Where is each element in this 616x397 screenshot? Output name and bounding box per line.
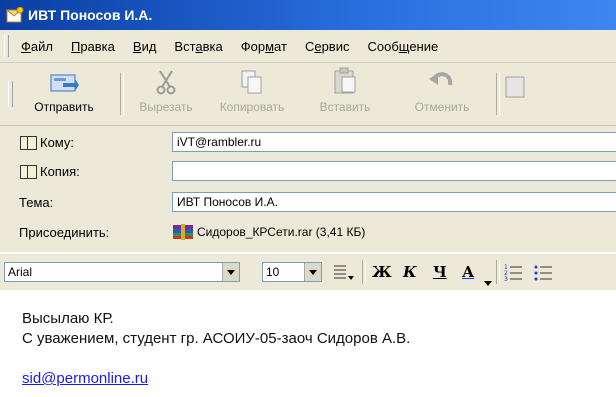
paragraph-style-icon[interactable] bbox=[332, 262, 356, 282]
body-line-2: С уважением, студент гр. АСОИУ-05-заоч С… bbox=[22, 330, 411, 347]
to-row: Кому: iVT@rambler.ru bbox=[0, 132, 616, 154]
toolbar-separator bbox=[120, 73, 124, 115]
attach-row: Присоединить: Сидоров_КРСети.rar (3,41 К… bbox=[0, 222, 616, 244]
bold-button[interactable]: Ж bbox=[372, 263, 392, 281]
menu-item-text: Вст bbox=[174, 38, 196, 54]
send-label: Отправить bbox=[34, 100, 94, 114]
message-body[interactable]: Высылаю КР. С уважением, студент гр. АСО… bbox=[0, 290, 616, 397]
cut-label: Вырезать bbox=[139, 100, 193, 114]
copy-icon bbox=[204, 67, 300, 95]
bullet-list-icon[interactable] bbox=[534, 263, 554, 284]
menu-item-text: рвис bbox=[321, 38, 350, 54]
menu-item-6[interactable]: Сообщение bbox=[361, 39, 444, 54]
menu-item-text: равка bbox=[80, 38, 115, 54]
menu-item-text: ид bbox=[141, 38, 157, 54]
formatting-bar: Arial 10 Ж К Ч А 1 2 3 bbox=[0, 253, 616, 291]
menu-grip[interactable] bbox=[4, 35, 9, 57]
menu-item-text: С bbox=[304, 38, 315, 54]
numbered-list-icon[interactable]: 1 2 3 bbox=[504, 263, 524, 284]
menu-item-accelerator: м bbox=[265, 38, 275, 54]
toolbar-separator bbox=[496, 73, 500, 115]
window-title: ИВТ Поносов И.А. bbox=[28, 7, 153, 23]
menu-item-text: Фор bbox=[240, 38, 266, 54]
attach-label: Присоединить: bbox=[19, 225, 110, 240]
toolbar: Отправить Вырезать Копировать Вставить О… bbox=[0, 63, 616, 126]
menu-item-text: ат bbox=[274, 38, 287, 54]
cc-row: Копия: bbox=[0, 161, 616, 183]
subject-field[interactable]: ИВТ Поносов И.А. bbox=[172, 192, 616, 212]
copy-label: Копировать bbox=[219, 100, 285, 114]
to-label-text: Кому: bbox=[40, 135, 74, 150]
format-separator bbox=[496, 260, 500, 284]
undo-icon bbox=[396, 67, 488, 95]
font-color-button[interactable]: А bbox=[462, 263, 474, 281]
cc-label-text: Копия: bbox=[40, 164, 80, 179]
message-header: Кому: iVT@rambler.ru Копия: Тема: ИВТ По… bbox=[0, 126, 616, 252]
send-button[interactable]: Отправить bbox=[16, 67, 112, 121]
subject-row: Тема: ИВТ Поносов И.А. bbox=[0, 192, 616, 214]
italic-button[interactable]: К bbox=[403, 263, 417, 281]
chevron-down-icon[interactable] bbox=[222, 263, 239, 281]
menu-item-4[interactable]: Формат bbox=[235, 39, 293, 54]
menu-item-accelerator: В bbox=[132, 38, 142, 54]
menu-item-1[interactable]: Правка bbox=[65, 39, 121, 54]
email-link[interactable]: sid@permonline.ru bbox=[22, 370, 148, 387]
to-label[interactable]: Кому: bbox=[20, 135, 74, 150]
toolbar-partial-icon[interactable] bbox=[502, 71, 532, 101]
copy-button[interactable]: Копировать bbox=[204, 67, 300, 121]
cut-button[interactable]: Вырезать bbox=[128, 67, 204, 121]
rar-archive-icon bbox=[172, 224, 194, 240]
menu-item-text: вка bbox=[202, 38, 223, 54]
cc-field[interactable] bbox=[172, 161, 616, 181]
paste-label: Вставить bbox=[319, 100, 371, 114]
menu-bar: Файл Правка Вид Вставка Формат Сервис Сообщени… bbox=[0, 30, 616, 63]
svg-text:3: 3 bbox=[504, 276, 508, 281]
to-field[interactable]: iVT@rambler.ru bbox=[172, 132, 616, 152]
menu-item-accelerator: е bbox=[314, 38, 322, 54]
address-book-icon bbox=[20, 135, 37, 150]
font-color-dropdown-icon[interactable] bbox=[484, 276, 492, 290]
paste-icon bbox=[300, 67, 390, 95]
menu-item-accelerator: Ф bbox=[21, 38, 31, 54]
menu-item-text: айл bbox=[30, 38, 53, 54]
menu-item-0[interactable]: Файл bbox=[15, 39, 59, 54]
cc-label[interactable]: Копия: bbox=[20, 164, 80, 179]
menu-item-3[interactable]: Вставка bbox=[168, 39, 228, 54]
menu-item-text: ение bbox=[409, 38, 439, 54]
menu-item-accelerator: П bbox=[70, 38, 81, 54]
scissors-icon bbox=[128, 67, 204, 95]
attachment-item[interactable]: Сидоров_КРСети.rar (3,41 КБ) bbox=[172, 222, 365, 242]
address-book-icon bbox=[20, 164, 37, 179]
paste-button[interactable]: Вставить bbox=[300, 67, 390, 121]
send-icon bbox=[16, 67, 112, 95]
underline-button[interactable]: Ч bbox=[433, 263, 447, 281]
attachment-name: Сидоров_КРСети.rar (3,41 КБ) bbox=[197, 225, 366, 239]
undo-button[interactable]: Отменить bbox=[396, 67, 488, 121]
font-select-value: Arial bbox=[8, 265, 33, 279]
menu-item-accelerator: а bbox=[195, 38, 203, 54]
chevron-down-icon[interactable] bbox=[304, 263, 321, 281]
format-separator bbox=[362, 260, 366, 284]
toolbar-grip[interactable] bbox=[8, 81, 13, 107]
menu-item-accelerator: щ bbox=[398, 38, 410, 54]
menu-item-5[interactable]: Сервис bbox=[299, 39, 356, 54]
menu-item-text: Сооб bbox=[367, 38, 399, 54]
new-message-icon bbox=[5, 6, 24, 23]
font-size-select[interactable]: 10 bbox=[262, 262, 322, 282]
body-line-1: Высылаю КР. bbox=[22, 310, 114, 327]
menu-item-2[interactable]: Вид bbox=[127, 39, 163, 54]
font-select[interactable]: Arial bbox=[4, 262, 240, 282]
undo-label: Отменить bbox=[414, 100, 470, 114]
font-size-value: 10 bbox=[266, 265, 280, 279]
title-bar: ИВТ Поносов И.А. bbox=[0, 0, 616, 30]
subject-label: Тема: bbox=[19, 195, 54, 210]
